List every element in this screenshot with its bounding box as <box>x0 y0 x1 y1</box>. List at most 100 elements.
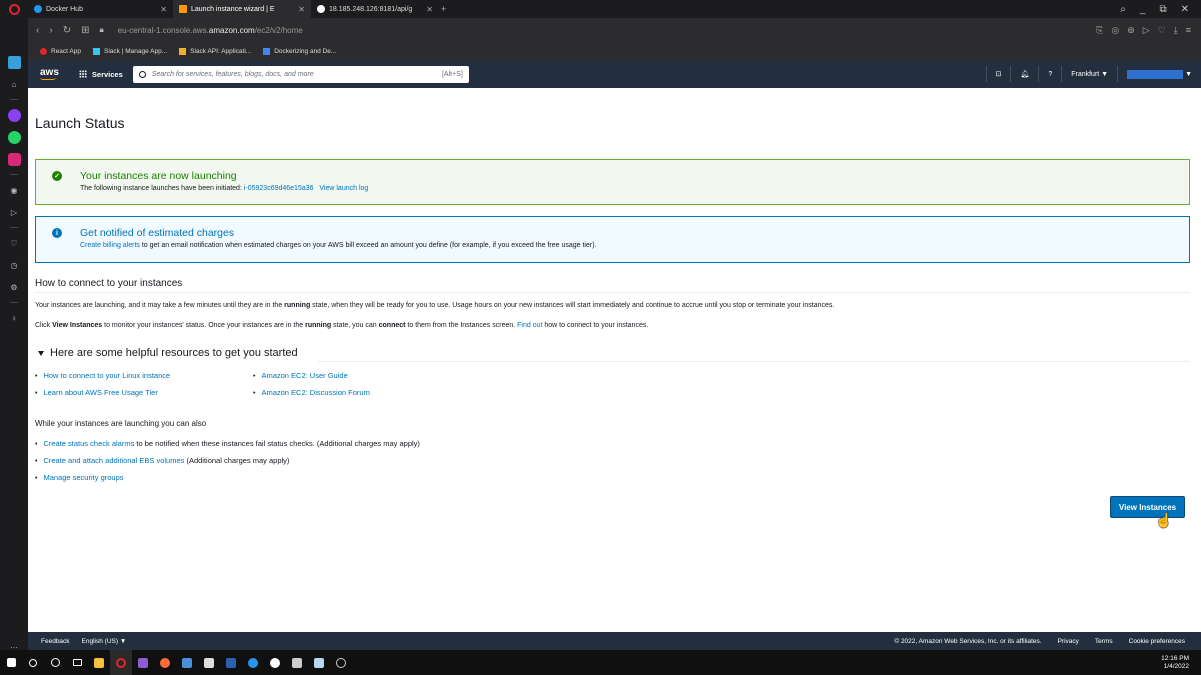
obs-icon[interactable] <box>330 650 352 675</box>
heart-icon[interactable]: ♡ <box>8 237 21 250</box>
bookmark-slack-manage[interactable]: Slack | Manage App... <box>93 47 167 55</box>
snap-icon[interactable]: ⧉ <box>1159 4 1166 15</box>
list-item: How to connect to your Linux instance <box>35 367 170 384</box>
cloudshell-icon[interactable]: ⊡ <box>985 66 1011 82</box>
caret-down-icon <box>38 350 44 356</box>
check-circle-icon: ✓ <box>52 171 62 181</box>
close-tab-icon[interactable]: ✕ <box>298 5 305 14</box>
notifications-icon[interactable]: 🔔︎ <box>1010 66 1038 82</box>
taskbar-clock[interactable]: 12:16 PM 1/4/2022 <box>1161 655 1201 671</box>
window-controls: ⌕ _ ⧉ ✕ <box>1120 4 1201 15</box>
app-icon[interactable] <box>176 650 198 675</box>
resources-list-left: How to connect to your Linux instance Le… <box>35 367 170 401</box>
chrome-icon[interactable] <box>264 650 286 675</box>
cookie-preferences-link[interactable]: Cookie preferences <box>1129 638 1185 645</box>
instance-id-link[interactable]: i-05923c69d46e15a36 <box>244 185 314 192</box>
minimize-icon[interactable]: _ <box>1140 4 1146 15</box>
powershell-icon[interactable] <box>220 650 242 675</box>
history-icon[interactable]: ◷ <box>8 259 21 272</box>
tab-docker-hub[interactable]: Docker Hub ✕ <box>28 0 173 18</box>
launch-info-paragraph: Your instances are launching, and it may… <box>35 302 835 309</box>
reload-icon[interactable]: ↻ <box>63 25 71 36</box>
vpn-icon[interactable]: ⊚ <box>1127 25 1135 36</box>
terms-link[interactable]: Terms <box>1095 638 1113 645</box>
bookmark-slack-api[interactable]: Slack API: Applicati... <box>179 47 251 55</box>
tab-api[interactable]: 18.185.248.126:8181/api/g ✕ <box>311 0 439 18</box>
sidebar-divider <box>10 227 18 228</box>
close-tab-icon[interactable]: ✕ <box>426 5 433 14</box>
player-icon[interactable]: ◉ <box>8 184 21 197</box>
flow-icon[interactable]: ▷ <box>1143 25 1150 36</box>
success-alert: ✓ Your instances are now launching The f… <box>35 159 1190 205</box>
app-icon[interactable] <box>198 650 220 675</box>
success-alert-title: Your instances are now launching <box>80 170 237 182</box>
privacy-link[interactable]: Privacy <box>1058 638 1079 645</box>
view-instances-button[interactable]: View Instances <box>1110 496 1185 518</box>
heart-icon[interactable]: ♡ <box>1158 25 1166 36</box>
windows-start-icon[interactable] <box>0 650 22 675</box>
search-icon <box>138 70 146 78</box>
view-launch-log-link[interactable]: View launch log <box>319 185 368 192</box>
feedback-link[interactable]: Feedback <box>41 638 70 645</box>
tab-launch-wizard[interactable]: Launch instance wizard | E ✕ <box>173 0 311 18</box>
create-billing-alerts-link[interactable]: Create billing alerts <box>80 242 140 249</box>
also-list: Create status check alarms to be notifie… <box>35 435 419 486</box>
close-tab-icon[interactable]: ✕ <box>160 5 167 14</box>
back-icon[interactable]: ‹ <box>36 25 39 36</box>
forward-icon[interactable]: › <box>49 25 52 36</box>
help-icon[interactable]: ? <box>1038 66 1061 82</box>
whatsapp-icon[interactable] <box>7 131 21 144</box>
success-alert-body: The following instance launches have bee… <box>80 185 369 192</box>
account-menu[interactable]: ▼ <box>1117 66 1201 82</box>
resources-expander[interactable]: Here are some helpful resources to get y… <box>38 347 298 359</box>
aws-logo[interactable]: aws <box>40 67 59 80</box>
main-content: Launch Status ✓ Your instances are now l… <box>28 88 1201 632</box>
postman-icon[interactable] <box>154 650 176 675</box>
file-explorer-icon[interactable] <box>88 650 110 675</box>
tabs-grid-icon[interactable]: ⊞ <box>81 25 89 36</box>
download-icon[interactable]: ⤓ <box>1174 25 1178 36</box>
task-view-icon[interactable] <box>66 650 88 675</box>
new-tab-icon[interactable]: + <box>441 4 446 14</box>
home-icon[interactable]: ⌂ <box>8 78 21 91</box>
divider <box>35 292 1190 293</box>
search-tabs-icon[interactable]: ⌕ <box>1120 4 1126 15</box>
messenger-icon[interactable] <box>7 109 21 122</box>
bookmark-favicon-icon <box>263 47 271 55</box>
free-tier-link[interactable]: Learn about AWS Free Usage Tier <box>43 388 157 397</box>
status-alarms-link[interactable]: Create status check alarms <box>43 439 134 448</box>
security-groups-link[interactable]: Manage security groups <box>43 473 123 482</box>
opera-logo-icon[interactable] <box>0 0 28 18</box>
instagram-icon[interactable] <box>7 153 21 166</box>
flow-icon[interactable]: ▷ <box>8 206 21 219</box>
bookmark-react-app[interactable]: React App <box>40 47 81 55</box>
notes-icon[interactable] <box>308 650 330 675</box>
cortana-icon[interactable] <box>44 650 66 675</box>
info-alert: i Get notified of estimated charges Crea… <box>35 216 1190 263</box>
url-field[interactable]: eu-central-1.console.aws.amazon.com/ec2/… <box>118 26 303 35</box>
ebs-volumes-link[interactable]: Create and attach additional EBS volumes <box>43 456 184 465</box>
discussion-forum-link[interactable]: Amazon EC2: Discussion Forum <box>261 388 369 397</box>
search-input[interactable]: Search for services, features, blogs, do… <box>132 65 469 83</box>
find-out-link[interactable]: Find out <box>517 322 542 329</box>
camera-icon[interactable]: ◎ <box>1111 25 1119 36</box>
account-name-redacted <box>1127 69 1184 79</box>
search-icon[interactable] <box>22 650 44 675</box>
tips-icon[interactable]: ♀ <box>8 312 21 325</box>
tab-title: Launch instance wizard | E <box>191 5 275 13</box>
terminal-icon[interactable] <box>286 650 308 675</box>
services-menu-button[interactable]: Services <box>78 70 123 79</box>
language-selector[interactable]: English (US) ▼ <box>82 638 127 645</box>
opera-taskbar-icon[interactable] <box>110 650 132 675</box>
bookmark-dockerizing[interactable]: Dockerizing and De... <box>263 47 336 55</box>
workspace-icon[interactable] <box>7 56 21 69</box>
region-selector[interactable]: Frankfurt ▼ <box>1061 66 1117 82</box>
docker-taskbar-icon[interactable] <box>242 650 264 675</box>
share-icon[interactable]: ⎘ <box>1096 25 1103 36</box>
user-guide-link[interactable]: Amazon EC2: User Guide <box>261 371 347 380</box>
settings-icon[interactable]: ⚙ <box>8 281 21 294</box>
close-window-icon[interactable]: ✕ <box>1181 4 1189 15</box>
menu-icon[interactable]: ≡ <box>1186 25 1191 36</box>
visual-studio-icon[interactable] <box>132 650 154 675</box>
linux-connect-link[interactable]: How to connect to your Linux instance <box>43 371 170 380</box>
